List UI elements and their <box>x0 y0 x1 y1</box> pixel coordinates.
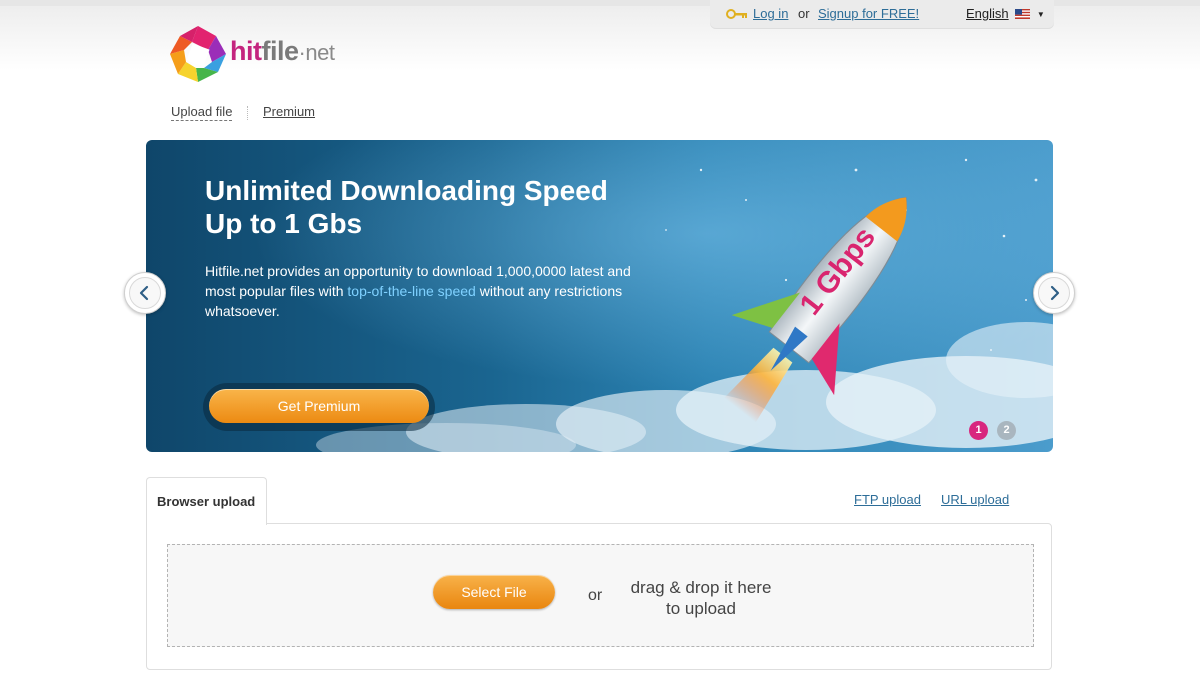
chevron-down-icon: ▼ <box>1036 10 1045 19</box>
logo-cube-icon <box>170 26 226 82</box>
or-separator: or <box>798 6 810 21</box>
slide-dot-2[interactable]: 2 <box>997 421 1016 440</box>
file-dropzone[interactable]: Select File or drag & drop it here to up… <box>167 544 1034 647</box>
logo-hit: hit <box>230 36 262 66</box>
key-icon <box>726 9 747 19</box>
carousel-prev-button[interactable] <box>124 272 166 314</box>
select-file-button[interactable]: Select File <box>433 575 555 609</box>
carousel-next-button[interactable] <box>1033 272 1075 314</box>
chevron-right-icon <box>1050 285 1060 301</box>
promo-banner: 1 Gbps Unlimited Downloading Speed Up to… <box>146 140 1053 452</box>
ftp-upload-link[interactable]: FTP upload <box>854 492 921 507</box>
tab-browser-upload[interactable]: Browser upload <box>146 477 267 525</box>
dropzone-line1: drag & drop it here <box>630 578 772 597</box>
nav-premium[interactable]: Premium <box>263 104 315 119</box>
logo-net: ·net <box>298 40 335 65</box>
chevron-left-icon <box>139 285 149 301</box>
banner-description: Hitfile.net provides an opportunity to d… <box>205 261 645 321</box>
language-selector[interactable]: English ▼ <box>966 6 1045 21</box>
url-upload-link[interactable]: URL upload <box>941 492 1009 507</box>
slide-dot-1[interactable]: 1 <box>969 421 988 440</box>
signup-link[interactable]: Signup for FREE! <box>818 6 919 21</box>
logo-wordmark: hitfile·net <box>230 36 335 67</box>
banner-text-highlight: top-of-the-line speed <box>347 283 476 299</box>
us-flag-icon <box>1015 9 1031 19</box>
dropzone-instructions: drag & drop it here to upload <box>608 577 794 619</box>
banner-title-line1: Unlimited Downloading Speed <box>205 175 608 206</box>
banner-title: Unlimited Downloading Speed Up to 1 Gbs <box>205 174 665 240</box>
language-label: English <box>966 6 1009 21</box>
upload-panel: Select File or drag & drop it here to up… <box>146 523 1052 670</box>
logo-file: file <box>261 36 300 66</box>
get-premium-button[interactable]: Get Premium <box>209 389 429 423</box>
login-link[interactable]: Log in <box>753 6 788 21</box>
account-bar: Log in or Signup for FREE! English ▼ <box>710 0 1054 29</box>
nav-upload-file[interactable]: Upload file <box>171 104 233 121</box>
dropzone-or-label: or <box>588 587 603 604</box>
tab-browser-upload-label: Browser upload <box>157 494 256 509</box>
nav-divider <box>247 106 249 120</box>
banner-title-line2: Up to 1 Gbs <box>205 208 363 239</box>
dropzone-line2: to upload <box>666 599 736 618</box>
site-logo[interactable]: hitfile·net <box>168 24 350 86</box>
